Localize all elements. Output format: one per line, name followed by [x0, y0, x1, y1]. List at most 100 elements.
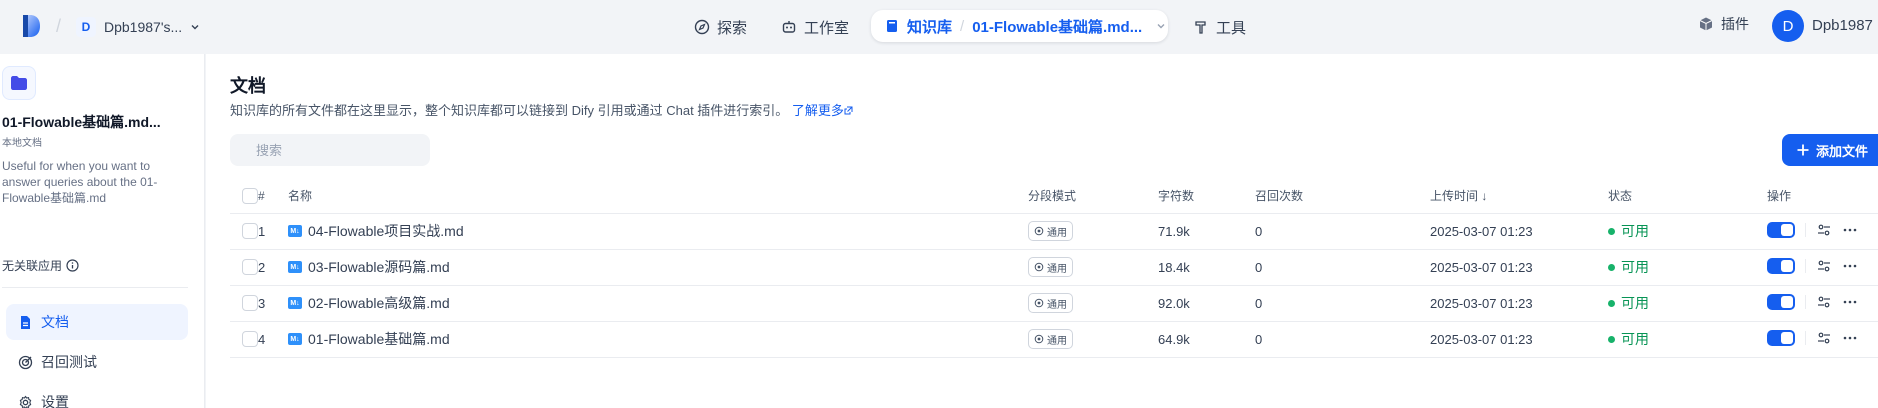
row-index: 3	[258, 285, 288, 322]
current-kb-selector[interactable]: 01-Flowable基础篇.md...	[972, 16, 1142, 37]
page-description-text: 知识库的所有文件都在这里显示，整个知识库都可以链接到 Dify 引用或通过 Ch…	[230, 103, 789, 118]
table-header-row: # 名称 分段模式 字符数 召回次数 上传时间 ↓ 状态 操作	[230, 179, 1878, 214]
enable-toggle[interactable]	[1767, 257, 1795, 274]
table-row[interactable]: 3 M↓ 02-Flowable高级篇.md 通用 92.0k 0 2025-03…	[230, 285, 1878, 322]
row-checkbox[interactable]	[242, 223, 258, 240]
sliders-icon[interactable]	[1816, 330, 1832, 346]
col-header-actions: 操作	[1767, 179, 1878, 214]
more-icon[interactable]	[1842, 222, 1858, 238]
col-header-status: 状态	[1608, 179, 1767, 214]
enable-toggle[interactable]	[1767, 221, 1795, 238]
col-header-mode: 分段模式	[1028, 179, 1158, 214]
breadcrumb-separator: /	[960, 17, 965, 35]
upload-time: 2025-03-07 01:23	[1430, 213, 1608, 250]
file-name-link[interactable]: M↓ 04-Flowable项目实战.md	[288, 221, 464, 241]
learn-more-label: 了解更多	[791, 103, 844, 118]
top-bar: / D Dpb1987's... 探索 工作室 知识库 / 01-Flowabl…	[0, 0, 1878, 54]
status-dot-icon	[1608, 299, 1615, 307]
page-title: 文档	[230, 76, 266, 96]
dify-logo-icon[interactable]	[20, 13, 42, 39]
avatar[interactable]: D	[1772, 10, 1804, 42]
sidebar-item-label: 召回测试	[41, 354, 97, 370]
book-icon	[887, 20, 897, 32]
table-row[interactable]: 2 M↓ 03-Flowable源码篇.md 通用 18.4k 0 2025-03…	[230, 249, 1878, 286]
gear-icon	[1034, 262, 1044, 272]
external-link-icon	[844, 106, 853, 115]
search-input[interactable]	[230, 134, 430, 166]
sliders-icon[interactable]	[1816, 294, 1832, 310]
plugins-button[interactable]: 插件	[1698, 14, 1749, 34]
info-icon[interactable]	[66, 259, 79, 272]
more-icon[interactable]	[1842, 258, 1858, 274]
select-all-checkbox[interactable]	[242, 187, 258, 204]
sidebar-divider	[2, 287, 188, 288]
sliders-icon[interactable]	[1816, 222, 1832, 238]
chunk-mode-badge: 通用	[1028, 329, 1073, 349]
chunk-mode-label: 通用	[1047, 263, 1067, 275]
chunk-mode-label: 通用	[1047, 335, 1067, 347]
workspace-switcher[interactable]: D Dpb1987's...	[76, 14, 200, 40]
plugins-label: 插件	[1721, 16, 1749, 32]
sidebar-item-label: 文档	[41, 314, 69, 330]
sidebar-item-documents[interactable]: 文档	[6, 304, 188, 340]
table-row[interactable]: 4 M↓ 01-Flowable基础篇.md 通用 64.9k 0 2025-03…	[230, 321, 1878, 358]
chunk-mode-label: 通用	[1047, 299, 1067, 311]
recall-count: 0	[1255, 285, 1430, 322]
file-name: 01-Flowable基础篇.md	[308, 331, 450, 348]
row-checkbox[interactable]	[242, 259, 258, 276]
col-header-uploaded[interactable]: 上传时间 ↓	[1430, 179, 1608, 214]
sidebar-item-recall-test[interactable]: 召回测试	[6, 344, 188, 380]
page-description: 知识库的所有文件都在这里显示，整个知识库都可以链接到 Dify 引用或通过 Ch…	[230, 100, 853, 119]
row-checkbox[interactable]	[242, 295, 258, 312]
more-icon[interactable]	[1842, 294, 1858, 310]
learn-more-link[interactable]: 了解更多	[792, 103, 853, 118]
chunk-mode-badge: 通用	[1028, 257, 1073, 277]
add-file-button[interactable]: 添加文件	[1782, 134, 1878, 166]
gear-icon	[19, 395, 32, 408]
action-divider	[1805, 222, 1806, 237]
recall-count: 0	[1255, 249, 1430, 286]
status-label: 可用	[1621, 331, 1649, 347]
user-name[interactable]: Dpb1987	[1812, 17, 1873, 34]
more-icon[interactable]	[1842, 330, 1858, 346]
workspace-name: Dpb1987's...	[104, 19, 183, 35]
enable-toggle[interactable]	[1767, 329, 1795, 346]
row-checkbox[interactable]	[242, 331, 258, 348]
col-header-name: 名称	[288, 179, 1028, 214]
col-header-chars: 字符数	[1158, 179, 1255, 214]
hammer-icon	[1195, 21, 1206, 34]
action-divider	[1805, 258, 1806, 273]
markdown-file-icon: M↓	[288, 333, 302, 346]
status-badge: 可用	[1608, 293, 1649, 313]
related-apps-label: 无关联应用	[2, 259, 63, 273]
sidebar-item-settings[interactable]: 设置	[6, 384, 188, 408]
status-badge: 可用	[1608, 329, 1649, 349]
action-divider	[1805, 330, 1806, 345]
row-index: 1	[258, 213, 288, 250]
col-header-index: #	[258, 179, 288, 214]
file-name-link[interactable]: M↓ 03-Flowable源码篇.md	[288, 257, 450, 277]
char-count: 64.9k	[1158, 321, 1255, 358]
table-row[interactable]: 1 M↓ 04-Flowable项目实战.md 通用 71.9k 0 2025-0…	[230, 213, 1878, 250]
nav-knowledge[interactable]: 知识库 / 01-Flowable基础篇.md...	[871, 10, 1168, 42]
chunk-mode-badge: 通用	[1028, 293, 1073, 313]
file-name-link[interactable]: M↓ 02-Flowable高级篇.md	[288, 293, 450, 313]
file-name: 02-Flowable高级篇.md	[308, 295, 450, 312]
nav-tools[interactable]: 工具	[1193, 10, 1246, 44]
file-name: 04-Flowable项目实战.md	[308, 223, 464, 240]
chunk-mode-label: 通用	[1047, 227, 1067, 239]
chunk-mode-badge: 通用	[1028, 221, 1073, 241]
nav-explore[interactable]: 探索	[694, 10, 747, 44]
related-apps[interactable]: 无关联应用	[2, 257, 79, 274]
recall-count: 0	[1255, 321, 1430, 358]
chevron-down-icon[interactable]	[1156, 21, 1166, 31]
char-count: 18.4k	[1158, 249, 1255, 286]
workspace-badge: D	[76, 17, 96, 37]
sliders-icon[interactable]	[1816, 258, 1832, 274]
file-name-link[interactable]: M↓ 01-Flowable基础篇.md	[288, 329, 450, 349]
enable-toggle[interactable]	[1767, 293, 1795, 310]
recall-count: 0	[1255, 213, 1430, 250]
status-label: 可用	[1621, 223, 1649, 239]
nav-studio[interactable]: 工作室	[781, 10, 849, 44]
markdown-file-icon: M↓	[288, 225, 302, 238]
